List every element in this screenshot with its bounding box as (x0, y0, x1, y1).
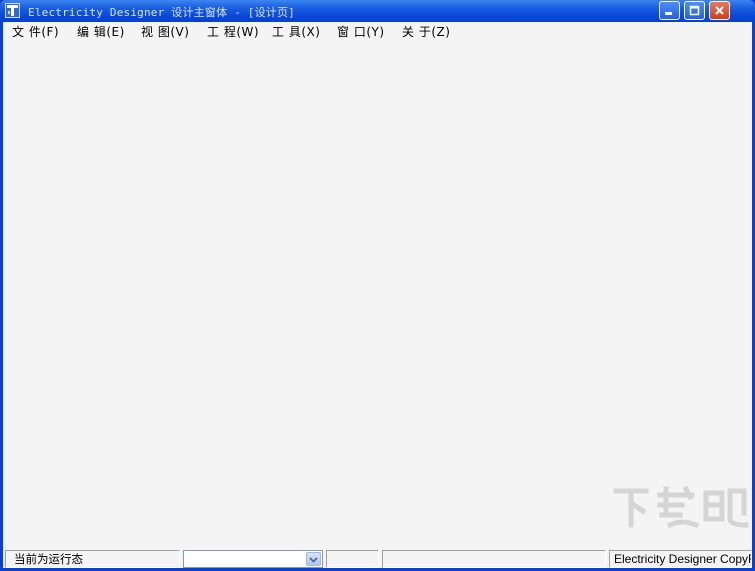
minimize-button[interactable] (659, 1, 680, 20)
watermark-logo (610, 483, 750, 531)
menu-tools[interactable]: 工 具(X) (270, 24, 322, 40)
menu-about[interactable]: 关 于(Z) (400, 24, 452, 40)
window-border-left (0, 22, 3, 571)
menu-bar: 文 件(F) 编 辑(E) 视 图(V) 工 程(W) 工 具(X) 窗 口(Y… (3, 22, 752, 42)
status-combo-box[interactable] (183, 550, 323, 568)
design-workspace[interactable] (3, 42, 752, 548)
status-run-state: 当前为运行态 (5, 550, 180, 568)
status-copyright: Electricity Designer CopyRight (609, 550, 752, 568)
status-panel-3 (326, 550, 379, 568)
window-title: Electricity Designer 设计主窗体 - [设计页] (28, 6, 295, 19)
app-window: Electricity Designer 设计主窗体 - [设计页] 文 件(F… (0, 0, 755, 571)
menu-window[interactable]: 窗 口(Y) (335, 24, 387, 40)
menu-edit[interactable]: 编 辑(E) (75, 24, 127, 40)
chevron-down-icon (309, 552, 318, 566)
minimize-icon (664, 5, 675, 16)
maximize-button[interactable] (684, 1, 705, 20)
status-panel-4 (382, 550, 606, 568)
maximize-icon (689, 5, 700, 16)
menu-project[interactable]: 工 程(W) (205, 24, 261, 40)
menu-view[interactable]: 视 图(V) (139, 24, 191, 40)
menu-file[interactable]: 文 件(F) (10, 24, 61, 40)
app-icon[interactable] (5, 3, 20, 18)
combo-dropdown-button[interactable] (306, 552, 321, 566)
close-button[interactable] (709, 1, 730, 20)
close-icon (714, 5, 725, 16)
title-bar[interactable]: Electricity Designer 设计主窗体 - [设计页] (0, 0, 755, 22)
status-bar: 当前为运行态 Electricity Designer CopyRight (3, 548, 752, 568)
